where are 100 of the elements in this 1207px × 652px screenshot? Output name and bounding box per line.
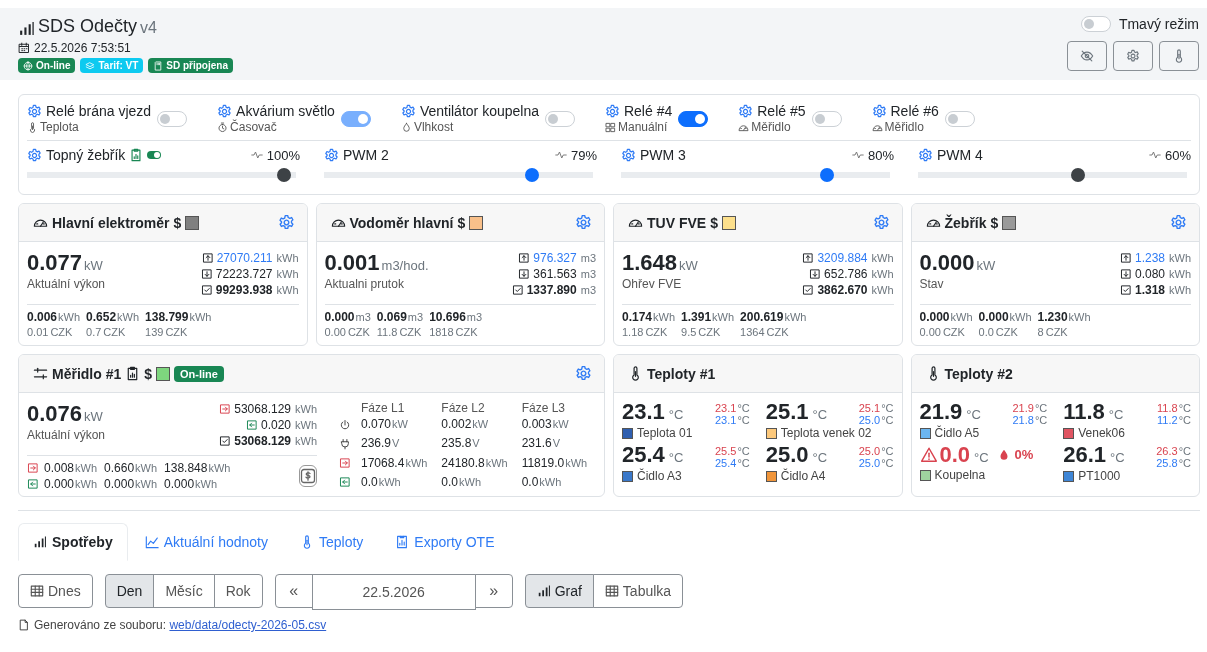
phase-value: 0.003 <box>521 417 552 432</box>
pwm-reading: 80% <box>867 147 894 163</box>
export-value: 72223.727 <box>215 266 273 282</box>
import-value: 1.238 <box>1134 250 1165 266</box>
temperature-value: 25.4 <box>622 442 665 468</box>
period-value: 0.006 <box>27 310 58 324</box>
tab[interactable]: Spotřeby <box>18 523 128 561</box>
unit-label: m3 <box>355 311 371 323</box>
drop-icon <box>400 121 412 133</box>
phase-value: 235.8 <box>441 436 472 451</box>
currency-label: CZK <box>50 326 73 338</box>
sensor-name: Venek06 <box>1078 426 1125 440</box>
file-icon <box>18 619 30 631</box>
period-cost: 1364 <box>740 326 765 338</box>
settings-icon[interactable] <box>575 365 592 382</box>
min-value: 21.8 <box>1012 414 1034 426</box>
currency-label: CZK <box>766 326 789 338</box>
previous-button[interactable]: « <box>274 574 313 608</box>
settings-icon[interactable] <box>400 103 416 119</box>
sensor-name: Teplota 01 <box>637 426 693 440</box>
settings-icon[interactable] <box>575 214 592 231</box>
unit-label: kWh <box>712 311 735 323</box>
max-value: 25.5 <box>715 445 737 457</box>
cost-button[interactable] <box>299 465 317 487</box>
unit-label: °C <box>881 414 894 426</box>
settings-icon[interactable] <box>872 214 890 231</box>
view-button[interactable]: Graf <box>524 574 594 608</box>
slider-thumb[interactable] <box>525 168 540 182</box>
phase-header: Fáze L2 <box>441 401 486 416</box>
period-cost: 1.18 <box>622 326 644 338</box>
settings-icon[interactable] <box>277 214 295 231</box>
import-value: 976.327 <box>533 250 577 266</box>
tab[interactable]: Aktuální hodnoty <box>129 523 283 561</box>
settings-icon <box>1126 49 1140 63</box>
unit-label: kWh <box>485 456 508 469</box>
file-link[interactable]: web/data/odecty-2026-05.csv <box>169 618 327 632</box>
settings-button[interactable] <box>1113 41 1153 71</box>
settings-icon[interactable] <box>1170 214 1187 231</box>
today-button[interactable]: Dnes <box>18 574 93 608</box>
relay-name: Relé #4 <box>623 103 673 119</box>
phase-value: 11819.0 <box>521 455 565 470</box>
period-value: 0.174 <box>622 310 653 324</box>
min-value: 25.4 <box>715 457 737 469</box>
settings-icon[interactable] <box>27 103 42 119</box>
tab[interactable]: Teploty <box>285 523 379 561</box>
app-title: SDS Odečty <box>38 16 138 37</box>
slider-thumb[interactable] <box>819 168 834 182</box>
settings-icon[interactable] <box>324 147 339 163</box>
date-field[interactable]: 22.5.2026 <box>311 574 476 610</box>
status-badge: Tarif: VT <box>80 58 144 73</box>
import-icon <box>219 403 232 415</box>
signal-bars-icon <box>18 20 35 37</box>
power-caption: Aktualni prutok <box>324 277 405 291</box>
relay-toggle[interactable] <box>678 110 709 127</box>
unit-label: °C <box>737 414 750 426</box>
card-title: Teploty #1 <box>647 365 716 382</box>
unit-label: kWh <box>75 478 98 490</box>
settings-icon[interactable] <box>27 147 42 163</box>
thermometer-button[interactable] <box>1159 41 1199 71</box>
timer-icon <box>217 121 229 133</box>
currency-label: CZK <box>1045 326 1068 338</box>
unit-label: °C <box>737 457 750 469</box>
phase-value: 0.070 <box>361 417 392 432</box>
import-icon <box>802 252 815 264</box>
period-value: 0.000 <box>104 477 135 491</box>
settings-icon[interactable] <box>604 103 620 119</box>
dark-mode-toggle[interactable] <box>1080 16 1111 32</box>
currency-mark: $ <box>457 214 466 231</box>
next-button[interactable]: » <box>474 574 513 608</box>
currency-label: CZK <box>103 326 126 338</box>
period-button[interactable]: Měsíc <box>153 574 215 608</box>
settings-icon[interactable] <box>217 103 233 119</box>
power-caption: Stav <box>919 277 945 291</box>
settings-icon[interactable] <box>738 103 754 119</box>
power-unit: kW <box>679 258 698 273</box>
unit-label: kWh <box>208 462 231 474</box>
datetime-label: 22.5.2026 7:53:51 <box>34 41 131 55</box>
settings-icon[interactable] <box>871 103 887 119</box>
hide-button[interactable] <box>1067 41 1107 71</box>
period-value: 0.008 <box>44 461 75 475</box>
meter-title: Měřidlo #1 <box>52 365 122 382</box>
period-button[interactable]: Rok <box>213 574 263 608</box>
import-value: 53068.129 <box>234 401 291 417</box>
grid-icon <box>604 121 616 133</box>
unit-label: kWh <box>871 251 894 266</box>
unit-label: kWh <box>871 267 894 282</box>
pulse-icon <box>1148 149 1161 161</box>
view-button[interactable]: Tabulka <box>592 574 684 608</box>
settings-icon[interactable] <box>621 147 636 163</box>
currency-mark: $ <box>710 214 718 231</box>
tab[interactable]: Exporty OTE <box>380 523 510 561</box>
total-icon <box>511 284 524 296</box>
chart-icon <box>129 148 144 162</box>
pulse-icon <box>554 149 567 161</box>
period-button[interactable]: Den <box>104 574 155 608</box>
unit-label: °C <box>1034 402 1048 414</box>
phase-value: 0.0 <box>441 474 458 489</box>
relay-source: Vlhkost <box>413 120 454 134</box>
min-value: 23.1 <box>715 414 737 426</box>
phase-value: 236.9 <box>361 436 392 451</box>
